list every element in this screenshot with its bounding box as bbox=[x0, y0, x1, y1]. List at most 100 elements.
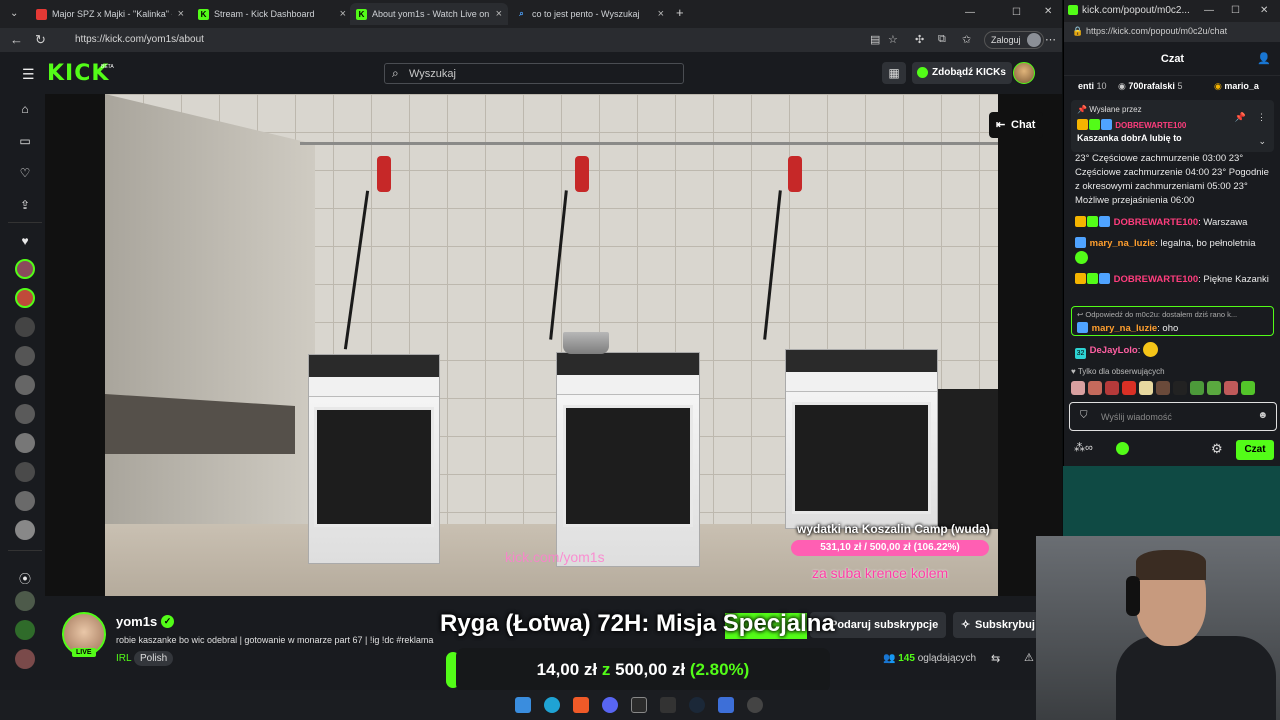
more-icon[interactable]: ⋯ bbox=[1045, 33, 1056, 46]
favorite-icon[interactable]: ☆ bbox=[888, 33, 898, 46]
app-icon[interactable] bbox=[631, 697, 647, 713]
user-avatar[interactable] bbox=[1013, 62, 1035, 84]
channel-avatar[interactable] bbox=[15, 462, 35, 482]
tab-kick-dashboard[interactable]: K Stream - Kick Dashboard × bbox=[192, 3, 352, 25]
shield-icon[interactable]: ⛉ bbox=[1080, 410, 1088, 421]
get-kicks-button[interactable]: Zdobądź KICKs bbox=[912, 62, 1012, 84]
users-icon[interactable]: 👤 bbox=[1257, 52, 1271, 65]
back-icon[interactable]: ← bbox=[10, 32, 23, 48]
channel-avatar[interactable] bbox=[15, 649, 35, 669]
obs-icon[interactable] bbox=[747, 697, 763, 713]
reader-icon[interactable]: ▤ bbox=[870, 33, 880, 46]
channel-avatar[interactable] bbox=[15, 404, 35, 424]
kicks-icon[interactable] bbox=[1116, 442, 1129, 455]
upload-icon[interactable]: ⇪ bbox=[18, 198, 32, 212]
desktop-background bbox=[1063, 466, 1280, 536]
emote[interactable] bbox=[1122, 381, 1136, 395]
emote[interactable] bbox=[1156, 381, 1170, 395]
emote[interactable] bbox=[1105, 381, 1119, 395]
close-window-icon[interactable]: ✕ bbox=[1260, 5, 1268, 16]
channel-avatar[interactable] bbox=[15, 259, 35, 279]
emoji-icon[interactable]: ☻ bbox=[1257, 410, 1268, 421]
tab-about-yom1s[interactable]: K About yom1s - Watch Live on × bbox=[350, 3, 508, 25]
channel-avatar[interactable] bbox=[15, 288, 35, 308]
search-input[interactable]: ⌕ Wyszukaj bbox=[384, 63, 684, 84]
brave-icon[interactable] bbox=[573, 697, 589, 713]
close-icon[interactable]: × bbox=[340, 8, 346, 20]
close-window-icon[interactable]: ✕ bbox=[1044, 6, 1052, 17]
following-icon[interactable]: ♡ bbox=[18, 166, 32, 180]
overlay-watermark: kick.com/yom1s bbox=[505, 549, 605, 565]
home-icon[interactable]: ⌂ bbox=[18, 102, 32, 116]
emote[interactable] bbox=[1088, 381, 1102, 395]
close-icon[interactable]: × bbox=[496, 8, 502, 20]
category-link[interactable]: IRL bbox=[116, 653, 132, 664]
emote[interactable] bbox=[1207, 381, 1221, 395]
new-tab-icon[interactable]: + bbox=[676, 5, 684, 21]
minimize-icon[interactable]: — bbox=[1204, 5, 1214, 16]
channel-avatar[interactable] bbox=[15, 491, 35, 511]
maximize-icon[interactable]: ☐ bbox=[1012, 7, 1021, 18]
channel-avatar[interactable] bbox=[15, 317, 35, 337]
report-icon[interactable]: ⚠ bbox=[1024, 651, 1034, 664]
gear-icon[interactable]: ⚙ bbox=[1211, 441, 1223, 457]
emote[interactable] bbox=[1139, 381, 1153, 395]
chat-username[interactable]: DeJayLolo bbox=[1090, 345, 1138, 356]
favorites-bar-icon[interactable]: ✩ bbox=[962, 33, 971, 46]
login-button[interactable]: Zaloguj bbox=[984, 31, 1044, 49]
url-field[interactable]: https://kick.com/yom1s/about bbox=[75, 34, 204, 45]
emote[interactable] bbox=[1190, 381, 1204, 395]
streamer-name[interactable]: yom1s bbox=[116, 614, 157, 629]
chat-username[interactable]: DOBREWARTE100 bbox=[1114, 217, 1198, 228]
maximize-icon[interactable]: ☐ bbox=[1231, 5, 1240, 16]
menu-icon[interactable]: ☰ bbox=[22, 66, 35, 83]
close-icon[interactable]: × bbox=[178, 8, 184, 20]
tab-youtube[interactable]: Major SPZ x Majki - "Kalinka" - Yo × bbox=[30, 3, 190, 25]
reload-icon[interactable]: ↻ bbox=[35, 32, 46, 48]
windows-start-icon[interactable] bbox=[515, 697, 531, 713]
chat-toggle-button[interactable]: ⇤ Chat bbox=[989, 112, 1044, 138]
pin-icon[interactable]: 📌 bbox=[1235, 112, 1246, 123]
emote[interactable] bbox=[1173, 381, 1187, 395]
app-icon[interactable] bbox=[718, 697, 734, 713]
more-icon[interactable]: ⋮ bbox=[1257, 112, 1266, 123]
emote-menu-icon[interactable]: ⁂∞ bbox=[1074, 441, 1093, 454]
emote[interactable] bbox=[1241, 381, 1255, 395]
emote[interactable] bbox=[1071, 381, 1085, 395]
steam-icon[interactable] bbox=[689, 697, 705, 713]
language-tag[interactable]: Polish bbox=[134, 651, 174, 666]
share-icon[interactable]: ⇆ bbox=[991, 652, 1000, 665]
tab-list-icon[interactable]: ⌄ bbox=[10, 6, 18, 22]
chat-message-input[interactable]: ⛉ Wyślij wiadomość ☻ bbox=[1069, 402, 1277, 431]
channel-avatar[interactable] bbox=[15, 591, 35, 611]
chat-url[interactable]: https://kick.com/popout/m0c2u/chat bbox=[1086, 26, 1227, 36]
channel-avatar[interactable] bbox=[15, 620, 35, 640]
extensions-icon[interactable]: ✣ bbox=[915, 33, 924, 46]
minimize-icon[interactable]: — bbox=[965, 7, 975, 18]
send-chat-button[interactable]: Czat bbox=[1236, 440, 1274, 460]
search-placeholder: Wyszukaj bbox=[409, 68, 456, 80]
reply-line: mary_na_luzie: oho bbox=[1077, 322, 1178, 334]
chevron-down-icon[interactable]: ⌄ bbox=[1258, 136, 1266, 147]
chat-username[interactable]: mary_na_luzie bbox=[1092, 323, 1157, 334]
reply-context[interactable]: ↩ Odpowiedź do m0c2u: dostałem dziś rano… bbox=[1077, 310, 1272, 319]
subscribe-button[interactable]: ✧ Subskrybuj bbox=[953, 612, 1043, 638]
split-screen-icon[interactable]: ⧉ bbox=[938, 33, 946, 46]
close-icon[interactable]: × bbox=[658, 8, 664, 20]
video-player[interactable]: wydatki na Koszalin Camp (wuda) 531,10 z… bbox=[105, 94, 998, 596]
browse-icon[interactable]: ▦ bbox=[882, 62, 906, 84]
channel-avatar[interactable] bbox=[15, 433, 35, 453]
chat-username[interactable]: mary_na_luzie bbox=[1090, 238, 1155, 249]
epic-games-icon[interactable] bbox=[660, 697, 676, 713]
discord-icon[interactable] bbox=[602, 697, 618, 713]
side-wall bbox=[105, 94, 315, 596]
channel-avatar[interactable] bbox=[15, 346, 35, 366]
channel-avatar[interactable] bbox=[15, 520, 35, 540]
tab-search[interactable]: ⌕ co to jest pento - Wyszukaj × bbox=[510, 3, 670, 25]
chat-username[interactable]: DOBREWARTE100 bbox=[1114, 274, 1198, 285]
channel-avatar[interactable] bbox=[15, 375, 35, 395]
edge-icon[interactable] bbox=[544, 697, 560, 713]
browse-icon[interactable]: ▭ bbox=[18, 134, 32, 148]
emote[interactable] bbox=[1224, 381, 1238, 395]
pinned-message[interactable]: 📌 Wysłane przez DOBREWARTE100 Kaszanka d… bbox=[1071, 100, 1274, 152]
